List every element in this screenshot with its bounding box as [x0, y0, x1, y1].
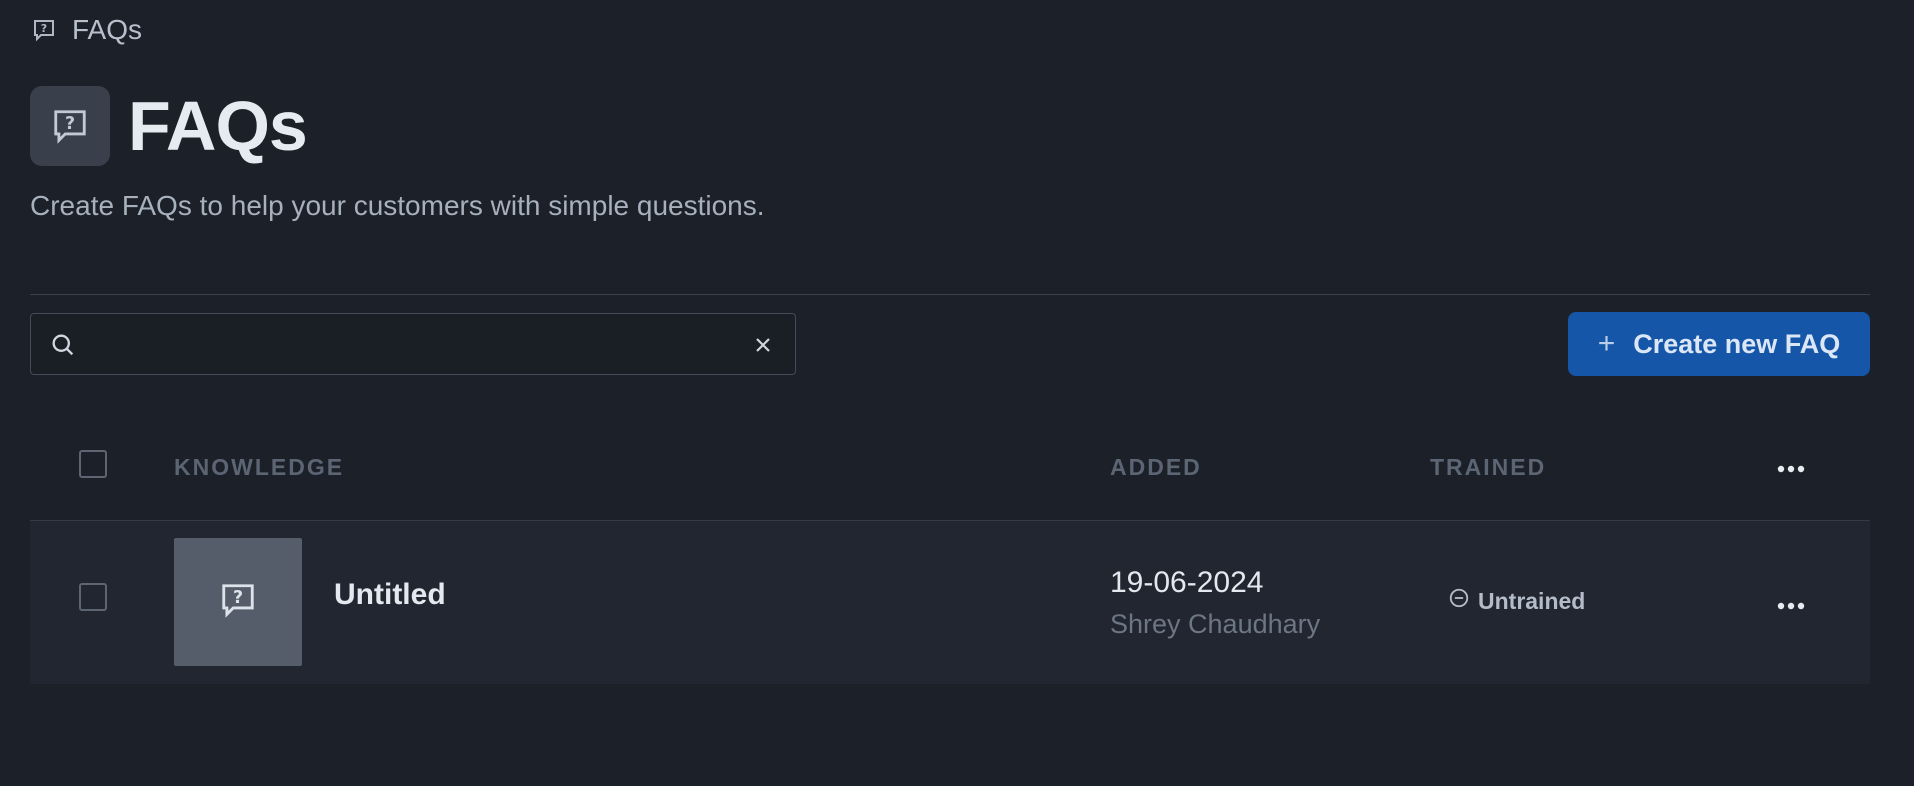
faq-thumbnail: ? [174, 538, 302, 666]
plus-icon: + [1597, 327, 1616, 360]
divider [30, 294, 1870, 295]
faq-bubble-icon: ? [30, 16, 58, 44]
svg-text:?: ? [233, 588, 243, 608]
page-subtitle: Create FAQs to help your customers with … [30, 190, 765, 221]
status-label: Untrained [1478, 587, 1586, 614]
faq-bubble-icon: ? [219, 581, 257, 624]
row-checkbox[interactable] [79, 583, 107, 611]
svg-text:?: ? [65, 114, 75, 134]
breadcrumb-label[interactable]: FAQs [72, 14, 142, 46]
search-icon [49, 331, 77, 359]
added-by: Shrey Chaudhary [1110, 609, 1321, 639]
close-icon[interactable] [751, 333, 775, 357]
page-title: FAQs [128, 87, 308, 165]
column-header-trained[interactable]: TRAINED [1430, 454, 1546, 481]
added-date: 19-06-2024 [1110, 566, 1264, 599]
status-badge: Untrained [1448, 587, 1585, 615]
select-all-checkbox[interactable] [79, 450, 107, 478]
more-options-icon[interactable] [1774, 461, 1808, 473]
breadcrumb: ? FAQs [30, 14, 142, 46]
minus-circle-icon [1448, 587, 1470, 615]
search-input[interactable] [93, 324, 717, 366]
row-more-options-icon[interactable] [1774, 598, 1808, 610]
faq-bubble-icon: ? [30, 86, 110, 166]
page-header: ? FAQs [30, 86, 308, 166]
table-header: KNOWLEDGE ADDED TRAINED [30, 426, 1870, 521]
column-header-added[interactable]: ADDED [1110, 454, 1202, 481]
faqs-page: ? FAQs ? FAQs Create FAQs to help your c… [0, 0, 1914, 786]
search-box[interactable] [30, 313, 796, 375]
create-faq-label: Create new FAQ [1633, 328, 1841, 359]
column-header-knowledge[interactable]: KNOWLEDGE [174, 454, 344, 481]
create-faq-button[interactable]: + Create new FAQ [1568, 312, 1870, 376]
faq-title[interactable]: Untitled [334, 578, 446, 612]
svg-text:?: ? [41, 22, 47, 35]
table-row[interactable]: ? Untitled 19-06-2024 Shrey Chaudhary Un… [30, 521, 1870, 684]
